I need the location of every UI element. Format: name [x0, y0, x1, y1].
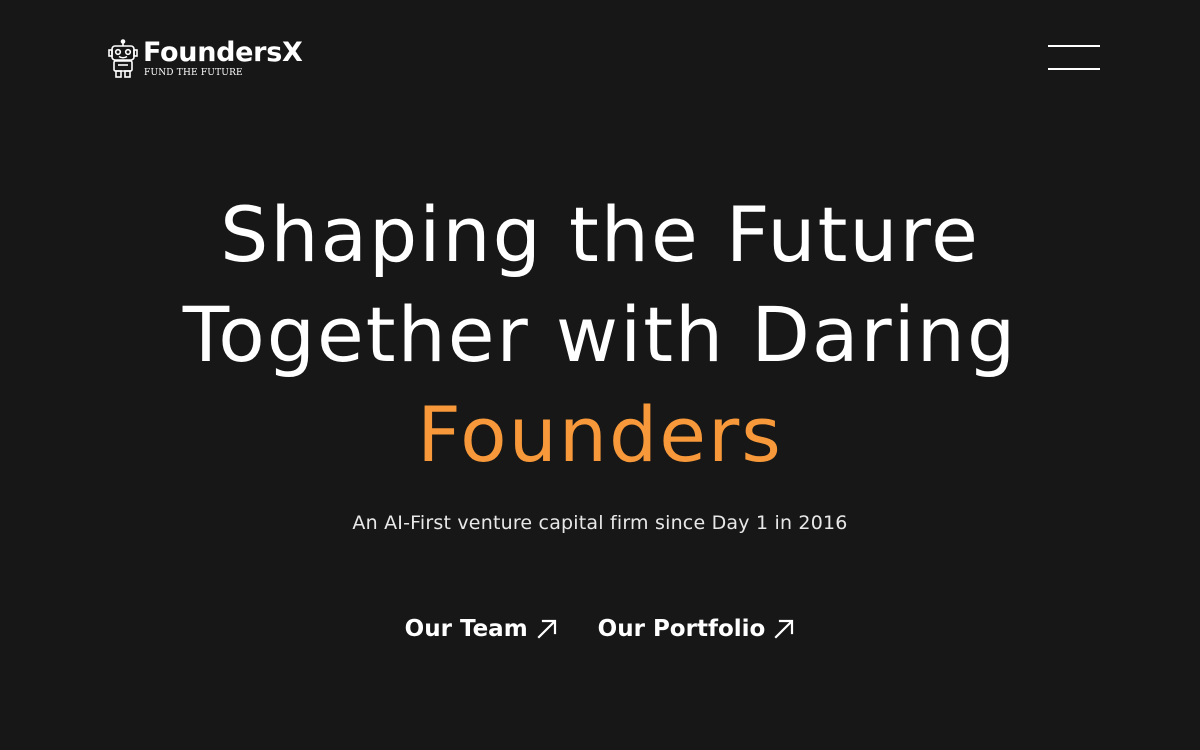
arrow-up-right-icon	[537, 619, 556, 639]
headline-line-2: Together with Daring	[182, 290, 1018, 379]
robot-icon	[108, 39, 138, 78]
headline-line-1: Shaping the Future	[220, 190, 980, 279]
hero-headline: Shaping the Future Together with Daring …	[0, 185, 1200, 485]
logo-name: FoundersX	[143, 37, 303, 68]
hero-subtitle: An AI-First venture capital firm since D…	[352, 512, 848, 534]
our-team-link[interactable]: Our Team	[405, 612, 558, 646]
logo-text: FoundersX FUND THE FUTURE	[143, 37, 303, 79]
hamburger-menu-button[interactable]	[1044, 38, 1104, 78]
hamburger-icon-bar-bottom	[1048, 68, 1100, 70]
our-team-label: Our Team	[404, 616, 528, 642]
cta-links: Our Team Our Portfolio	[0, 612, 1200, 646]
our-portfolio-link[interactable]: Our Portfolio	[598, 612, 796, 646]
our-portfolio-label: Our Portfolio	[597, 616, 766, 642]
headline-accent: Founders	[417, 390, 783, 479]
logo-link[interactable]: FoundersX FUND THE FUTURE	[107, 38, 303, 79]
arrow-up-right-icon	[774, 619, 794, 639]
hamburger-icon-bar-top	[1048, 45, 1100, 47]
site-header: FoundersX FUND THE FUTURE	[0, 0, 1200, 120]
logo-tagline: FUND THE FUTURE	[144, 68, 243, 78]
hero-section: Shaping the Future Together with Daring …	[0, 185, 1200, 535]
